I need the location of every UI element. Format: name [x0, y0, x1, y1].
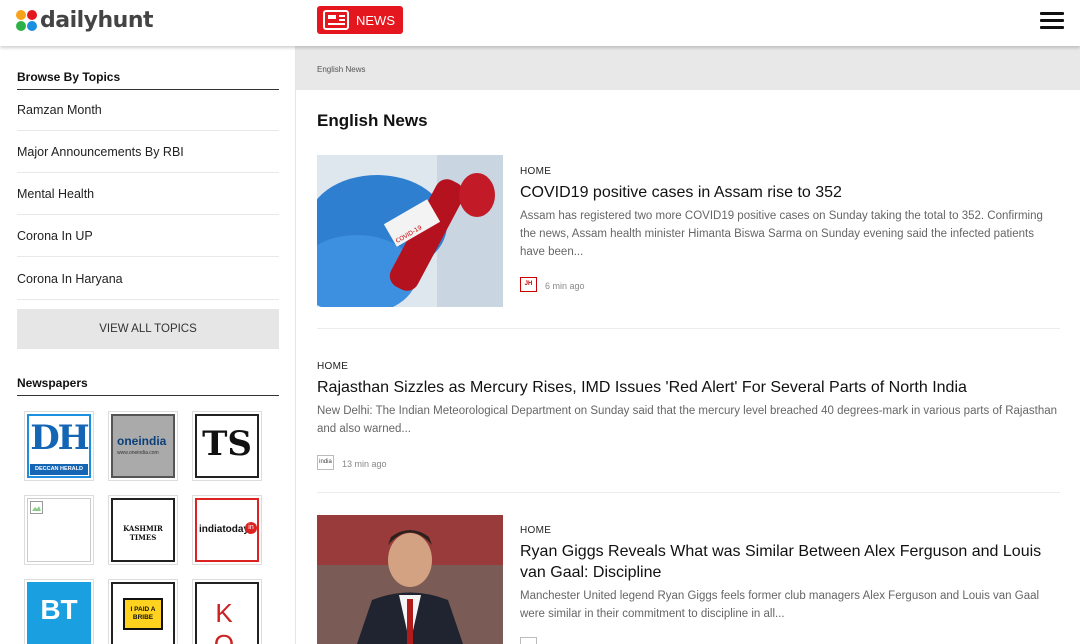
deccan-herald-logo: DH — [30, 418, 90, 458]
sidebar-topic-corona-haryana[interactable]: Corona In Haryana — [17, 258, 279, 300]
newspaper-bt[interactable]: BT — [24, 579, 94, 644]
article-time: 6 min ago — [545, 281, 585, 291]
sidebar-topic-mental-health[interactable]: Mental Health — [17, 173, 279, 215]
article-headline[interactable]: Ryan Giggs Reveals What was Similar Betw… — [520, 541, 1060, 583]
source-logo-icon[interactable]: india — [317, 455, 334, 470]
article-time: 13 min ago — [342, 459, 387, 469]
newspaper-ts[interactable]: TS — [192, 411, 262, 481]
india-today-logo: indiatoday — [199, 524, 250, 535]
top-header: dailyhunt NEWS — [0, 0, 1080, 46]
ts-logo: TS — [202, 424, 252, 464]
logo-text: dailyhunt — [40, 8, 154, 33]
sidebar-topic-rbi-announcements[interactable]: Major Announcements By RBI — [17, 131, 279, 173]
news-button[interactable]: NEWS — [317, 6, 403, 34]
sidebar-topic-ramzan-month[interactable]: Ramzan Month — [17, 89, 279, 131]
i-paid-a-bribe-logo: I PAID A BRIBE — [123, 598, 163, 630]
article-kicker[interactable]: HOME — [520, 166, 551, 177]
dailyhunt-logo[interactable]: dailyhunt — [16, 8, 154, 33]
oneindia-logo: oneindia — [117, 434, 167, 448]
article-excerpt: Manchester United legend Ryan Giggs feel… — [520, 590, 1040, 620]
article-kicker[interactable]: HOME — [520, 525, 551, 536]
article-divider — [317, 492, 1060, 493]
logo-dots-icon — [16, 9, 38, 32]
view-all-topics-button[interactable]: VIEW ALL TOPICS — [17, 309, 279, 349]
source-logo-icon[interactable]: JH — [520, 277, 537, 292]
newspapers-title: Newspapers — [17, 376, 279, 396]
sidebar-topic-corona-up[interactable]: Corona In UP — [17, 215, 279, 257]
newspaper-kashmir-times[interactable]: KASHMIR TIMES — [108, 495, 178, 565]
article-divider — [317, 328, 1060, 329]
breadcrumb[interactable]: English News — [317, 65, 365, 74]
newspaper-oneindia[interactable]: oneindia www.oneindia.com — [108, 411, 178, 481]
page-title: English News — [317, 111, 428, 130]
news-button-label: NEWS — [356, 12, 395, 28]
covid-vial-image: COVID-19 — [317, 155, 503, 307]
newspaper-ko[interactable]: K O — [192, 579, 262, 644]
ko-logo: K O — [213, 598, 241, 644]
deccan-herald-label: DECCAN HERALD — [30, 464, 88, 475]
newspaper-india-today[interactable]: indiatoday in — [192, 495, 262, 565]
article-excerpt: Assam has registered two more COVID19 po… — [520, 210, 1043, 258]
article-excerpt: New Delhi: The Indian Meteorological Dep… — [317, 405, 1058, 435]
article-headline[interactable]: COVID19 positive cases in Assam rise to … — [520, 182, 1060, 203]
breadcrumb-bar: English News — [296, 46, 1080, 90]
article-thumbnail-covid[interactable]: COVID-19 — [317, 155, 503, 307]
article-headline[interactable]: Rajasthan Sizzles as Mercury Rises, IMD … — [317, 377, 1060, 398]
news-icon — [323, 10, 349, 30]
browse-topics-title: Browse By Topics — [17, 70, 279, 90]
newspaper-broken-image[interactable] — [24, 495, 94, 565]
newspaper-deccan-herald[interactable]: DH DECCAN HERALD — [24, 411, 94, 481]
article-thumbnail-ryan-giggs[interactable] — [317, 515, 503, 644]
hamburger-menu-icon[interactable] — [1040, 12, 1064, 30]
article-kicker[interactable]: HOME — [317, 361, 348, 372]
ryan-giggs-photo — [317, 515, 503, 644]
source-logo-icon[interactable] — [520, 637, 537, 644]
sidebar: Browse By Topics Ramzan Month Major Anno… — [0, 46, 296, 644]
bt-logo: BT — [40, 594, 78, 625]
kashmir-times-logo: KASHMIR TIMES — [123, 524, 163, 542]
newspaper-i-paid-a-bribe[interactable]: I PAID A BRIBE — [108, 579, 178, 644]
broken-image-icon — [30, 501, 43, 514]
